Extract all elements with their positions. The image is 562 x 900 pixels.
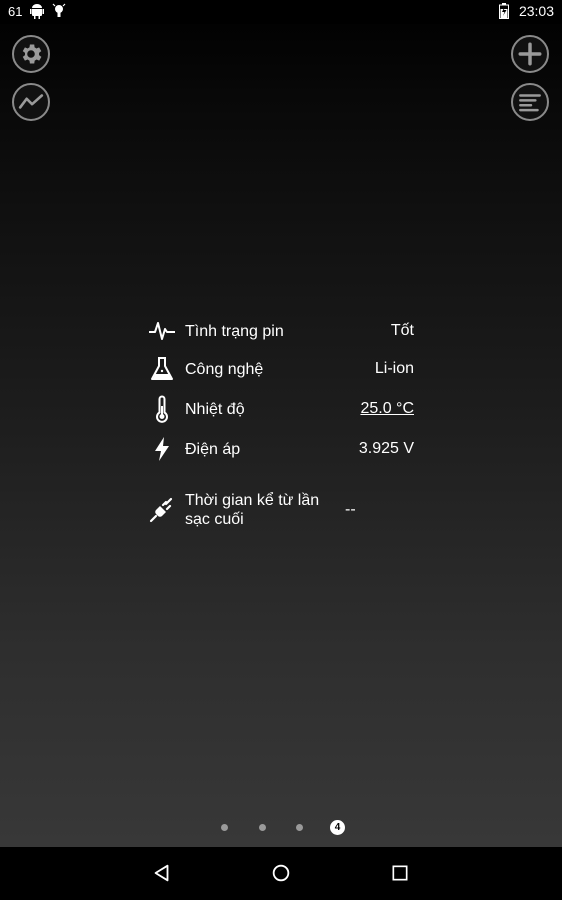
settings-button[interactable] xyxy=(12,35,50,73)
pulse-icon xyxy=(148,317,176,345)
lightning-icon xyxy=(148,435,176,463)
back-icon xyxy=(154,864,169,882)
clock: 23:03 xyxy=(518,3,554,19)
gear-icon xyxy=(22,44,42,64)
voltage-value: 3.925 V xyxy=(358,440,414,457)
time-since-charge-value: -- xyxy=(345,501,356,518)
technology-label: Công nghệ xyxy=(185,360,264,378)
time-since-charge-label: Thời gian kể từ lần sạc cuối xyxy=(185,492,320,528)
recents-button[interactable] xyxy=(388,861,412,885)
debug-icon xyxy=(52,3,66,19)
chart-icon xyxy=(18,94,44,109)
technology-row: Công nghệ Li-ion xyxy=(148,350,414,388)
chart-button[interactable] xyxy=(12,83,50,121)
technology-value: Li-ion xyxy=(374,360,414,377)
list-button[interactable] xyxy=(511,83,549,121)
plug-icon xyxy=(148,496,176,524)
battery-info-list: Tình trạng pin Tốt Công nghệ Li-ion Nhiệ… xyxy=(148,312,414,536)
list-icon xyxy=(519,94,541,112)
thermometer-icon xyxy=(148,395,176,423)
battery-health-row: Tình trạng pin Tốt xyxy=(148,312,414,350)
notification-count: 61 xyxy=(8,3,23,19)
battery-health-label: Tình trạng pin xyxy=(185,322,284,340)
status-bar-right: 23:03 xyxy=(498,3,554,19)
home-button[interactable] xyxy=(269,861,293,885)
status-bar-left: 61 xyxy=(8,3,66,19)
recents-icon xyxy=(392,865,408,881)
battery-charging-icon xyxy=(498,3,513,19)
voltage-row: Điện áp 3.925 V xyxy=(148,430,414,468)
voltage-label: Điện áp xyxy=(185,440,241,458)
page-indicator: 4 xyxy=(0,820,562,836)
temperature-row: Nhiệt độ 25.0 °C xyxy=(148,390,414,428)
time-since-charge-row: Thời gian kể từ lần sạc cuối -- xyxy=(148,484,414,536)
android-icon xyxy=(30,3,45,19)
plus-icon xyxy=(518,42,542,66)
page-dot-current[interactable]: 4 xyxy=(330,820,345,835)
flask-icon xyxy=(148,355,176,383)
add-button[interactable] xyxy=(511,35,549,73)
temperature-value[interactable]: 25.0 °C xyxy=(360,400,414,418)
temperature-label: Nhiệt độ xyxy=(185,400,245,418)
back-button[interactable] xyxy=(150,861,174,885)
page-dot-3[interactable] xyxy=(296,824,303,831)
navigation-bar xyxy=(0,847,562,900)
status-bar: 61 23:03 xyxy=(0,0,562,24)
page-dot-1[interactable] xyxy=(221,824,228,831)
home-icon xyxy=(272,864,290,882)
page-dot-2[interactable] xyxy=(259,824,266,831)
battery-health-value: Tốt xyxy=(390,322,414,339)
